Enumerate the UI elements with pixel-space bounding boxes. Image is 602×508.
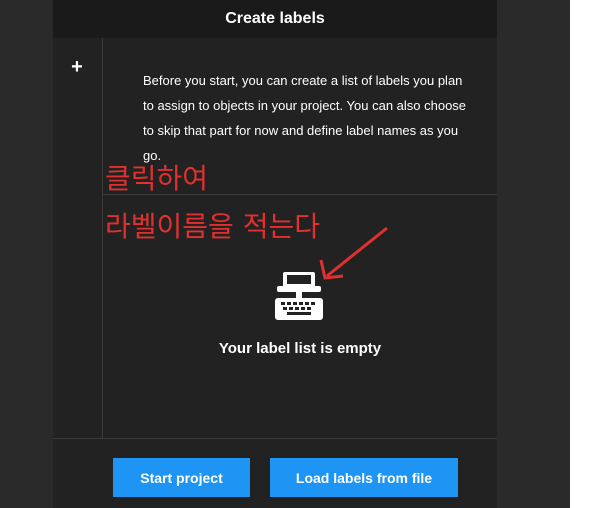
intro-text: Before you start, you can create a list … — [143, 73, 467, 163]
empty-state-text: Your label list is empty — [218, 340, 382, 357]
create-labels-panel: Create labels + Before you start, you ca… — [53, 0, 497, 508]
annotation-line-1: 클릭하여 — [105, 162, 209, 195]
footer-divider — [53, 438, 497, 439]
annotation-line-2: 라벨이름을 적는다 — [105, 210, 320, 243]
load-labels-button[interactable]: Load labels from file — [270, 458, 458, 497]
panel-title: Create labels — [225, 10, 325, 27]
label-sidebar: + — [53, 38, 103, 438]
panel-header: Create labels — [53, 0, 497, 38]
add-label-button[interactable]: + — [66, 56, 88, 78]
annotation-arrow — [319, 226, 388, 280]
start-project-button[interactable]: Start project — [113, 458, 250, 497]
